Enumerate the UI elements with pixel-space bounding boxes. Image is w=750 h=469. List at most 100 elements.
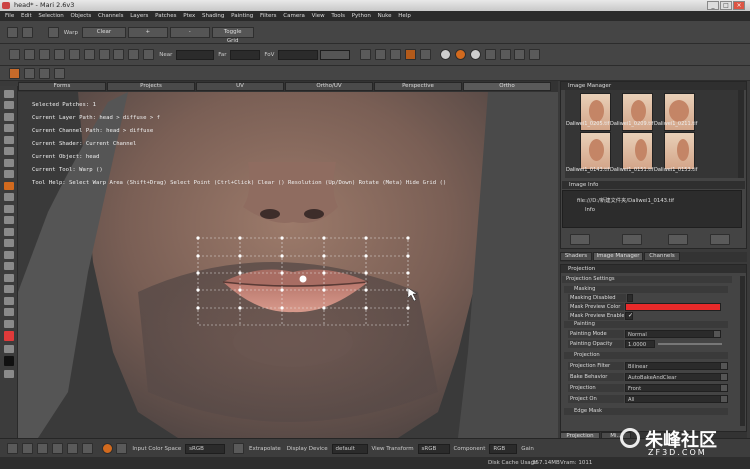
import-image-button[interactable] (570, 234, 590, 245)
tab-ortho[interactable]: Ortho (463, 82, 551, 91)
save-icon[interactable] (38, 49, 50, 60)
near-field[interactable] (176, 49, 215, 60)
menu-channels[interactable]: Channels (98, 13, 123, 19)
tab-projects[interactable]: Projects (107, 82, 195, 91)
slice-tool-icon[interactable] (3, 239, 14, 247)
menu-ptex[interactable]: Ptex (183, 13, 195, 19)
fov-slider[interactable] (320, 49, 351, 60)
paint-through-icon[interactable] (9, 68, 20, 79)
zoom-tool-icon[interactable] (3, 135, 14, 144)
color-lut-icon[interactable] (101, 443, 113, 454)
menu-file[interactable]: File (5, 13, 14, 19)
eyedropper-icon[interactable] (38, 68, 50, 79)
component-select[interactable]: RGB (489, 443, 518, 454)
menu-painting[interactable]: Painting (231, 13, 253, 19)
image-grid-scrollbar[interactable] (738, 90, 744, 178)
tab-shaders[interactable]: Shaders (560, 252, 592, 261)
new-project-icon[interactable] (9, 49, 20, 60)
menu-filters[interactable]: Filters (260, 13, 277, 19)
active-tool-icon[interactable] (404, 49, 416, 60)
undo-icon[interactable] (7, 27, 18, 38)
menu-nuke[interactable]: Nuke (378, 13, 392, 19)
close-button[interactable]: × (733, 1, 745, 10)
painting-opacity-slider[interactable] (658, 343, 722, 345)
lock-icon[interactable] (143, 49, 155, 60)
fov-field[interactable] (278, 49, 319, 60)
menu-view[interactable]: View (312, 13, 325, 19)
gradient-tool-icon[interactable] (3, 285, 14, 293)
image-thumb-5[interactable] (622, 132, 653, 170)
menu-python[interactable]: Python (352, 13, 371, 19)
delete-image-button[interactable] (668, 234, 688, 245)
rotate-view-icon[interactable] (7, 443, 18, 454)
move-view-icon[interactable] (21, 443, 33, 454)
viewport[interactable]: Selected Patches: 1 Current Layer Path: … (18, 92, 558, 438)
pin-image-button[interactable] (710, 234, 730, 245)
grid-decrease-button[interactable]: - (169, 27, 210, 38)
projection-settings-header[interactable]: Projection Settings (562, 276, 732, 283)
layers-icon[interactable] (128, 49, 140, 60)
projection-select[interactable]: Front (625, 384, 728, 392)
maximize-button[interactable]: □ (720, 1, 732, 10)
smear-tool-icon[interactable] (3, 250, 14, 259)
dodge-tool-icon[interactable] (3, 273, 14, 282)
projection-scrollbar[interactable] (740, 276, 745, 426)
select-mode-icon[interactable] (375, 49, 387, 60)
color-manage-icon[interactable] (116, 443, 128, 454)
extrapolate-checkbox[interactable] (233, 443, 245, 454)
menu-patches[interactable]: Patches (155, 13, 176, 19)
brush-icon[interactable] (23, 68, 35, 79)
scale-view-icon[interactable] (36, 443, 48, 454)
background-color-swatch[interactable] (3, 356, 14, 366)
reset-colors-icon[interactable] (3, 369, 14, 378)
eraser-tool-icon[interactable] (3, 262, 14, 270)
projection-section-header[interactable]: Projection (564, 352, 728, 359)
toggle-grid-button[interactable]: Toggle Grid (211, 27, 254, 44)
image-thumb-4[interactable] (580, 132, 611, 170)
wireframe-icon[interactable] (113, 49, 125, 60)
grid-increase-button[interactable]: + (127, 27, 168, 38)
menu-shading[interactable]: Shading (202, 13, 224, 19)
project-on-select[interactable]: All (625, 395, 728, 403)
image-thumb-6[interactable] (664, 132, 695, 170)
lock-view-icon[interactable] (390, 49, 402, 60)
open-icon[interactable] (23, 49, 35, 60)
painting-mode-select[interactable]: Normal (625, 330, 721, 338)
paint-tool-icon[interactable] (3, 158, 14, 167)
redo-icon[interactable] (21, 27, 33, 38)
menu-camera[interactable]: Camera (283, 13, 305, 19)
swap-colors-icon[interactable] (3, 344, 14, 353)
menu-help[interactable]: Help (398, 13, 411, 19)
menu-objects[interactable]: Objects (70, 13, 91, 19)
shader-white-icon[interactable] (439, 49, 451, 60)
tab-forms[interactable]: Forms (18, 82, 106, 91)
grid-warp-tool-icon[interactable] (3, 181, 14, 190)
display-device-select[interactable]: default (331, 443, 368, 454)
mask-preview-color-swatch[interactable] (625, 303, 721, 311)
clone-tool-icon[interactable] (3, 227, 14, 236)
knife-tool-icon[interactable] (3, 308, 14, 316)
frame-view-icon[interactable] (66, 443, 78, 454)
view-transform-select[interactable]: sRGB (417, 443, 450, 454)
masking-disabled-checkbox[interactable] (627, 294, 633, 302)
menu-layers[interactable]: Layers (130, 13, 148, 19)
grid-icon[interactable] (98, 49, 110, 60)
shader-orange-icon[interactable] (454, 49, 466, 60)
sphere-icon[interactable] (83, 49, 95, 60)
minimize-button[interactable]: _ (707, 1, 719, 10)
masking-header[interactable]: Masking (564, 286, 728, 293)
menu-tools[interactable]: Tools (331, 13, 345, 19)
eraser-icon[interactable] (53, 68, 65, 79)
menu-edit[interactable]: Edit (21, 13, 32, 19)
channel-icon[interactable] (419, 49, 431, 60)
light-icon[interactable] (499, 49, 511, 60)
edge-mask-header[interactable]: Edge Mask (564, 408, 728, 415)
zoom-view-icon[interactable] (51, 443, 63, 454)
projection-filter-select[interactable]: Bilinear (625, 362, 728, 370)
flip-view-icon[interactable] (81, 443, 93, 454)
menu-selection[interactable]: Selection (38, 13, 63, 19)
paint-mode-icon[interactable] (360, 49, 372, 60)
rotate-tool-icon[interactable] (3, 124, 14, 132)
picker-tool-icon[interactable] (3, 296, 14, 305)
tab-channels[interactable]: Channels (644, 252, 680, 261)
